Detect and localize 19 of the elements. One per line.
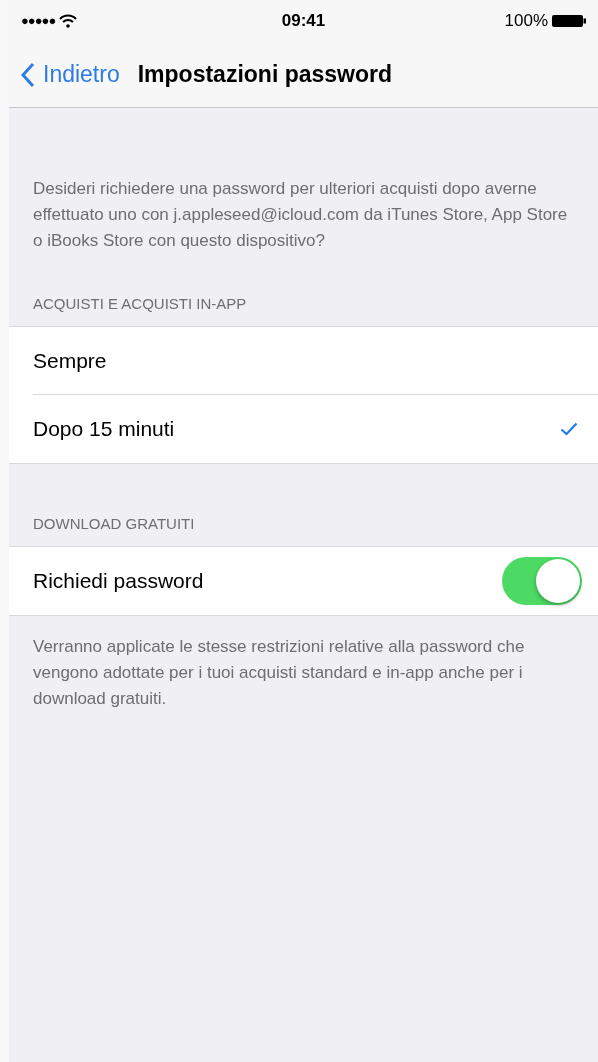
section-header: DOWNLOAD GRATUITI [33,515,195,532]
toggle-row[interactable]: Richiedi password [9,547,598,615]
row-label: Sempre [33,347,108,374]
toggle-switch[interactable] [502,557,582,605]
option-row[interactable]: Sempre [9,327,598,395]
footer-text: Verranno applicate le stesse restrizioni relative alla password che vengono adottate per i tuoi acquisti standard e in-app anche per i download gratuiti. [33,636,526,710]
back-button[interactable]: Indietro [21,57,120,92]
option-row[interactable]: Dopo 15 minuti [9,395,598,463]
row-label: Dopo 15 minuti [33,416,176,443]
chevron-left-icon [21,61,35,88]
section-header: ACQUISTI E ACQUISTI IN-APP [33,295,247,312]
nav-title: Impostazioni password [137,60,393,90]
status-time: 09:41 [281,10,326,33]
signal-dots: ●●●●● [21,12,56,31]
battery-percent: 100% [504,10,548,33]
wifi-icon [59,14,78,28]
battery-icon [552,14,586,28]
description-text: Desideri richiedere una password per ulteriori acquisti dopo averne effettuato uno con j.appleseed@icloud.com da iTunes Store, App Store o iBooks Store con questo dispositivo? [33,178,569,252]
row-label: Richiedi password [33,568,205,595]
